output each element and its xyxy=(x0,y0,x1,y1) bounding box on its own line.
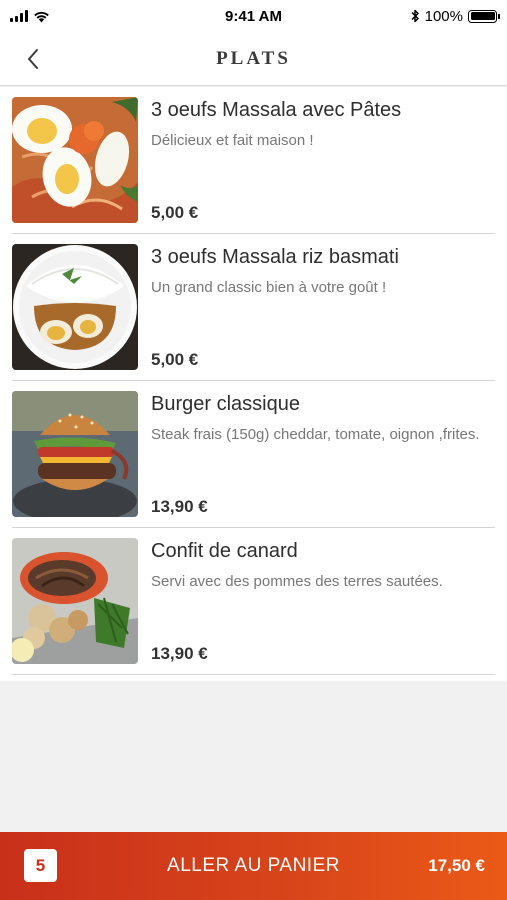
dish-description: Servi avec des pommes des terres sautées… xyxy=(151,573,443,590)
dish-list: 3 oeufs Massala avec Pâtes Délicieux et … xyxy=(0,87,507,681)
status-bar: 9:41 AM 100% xyxy=(0,0,507,32)
bluetooth-icon xyxy=(411,9,419,23)
dish-price: 13,90 € xyxy=(151,497,208,516)
status-left xyxy=(10,10,150,23)
page-title: PLATS xyxy=(216,47,291,69)
dish-photo-massala-pates xyxy=(12,97,138,223)
dish-name: Burger classique xyxy=(151,393,300,415)
nav-header: PLATS xyxy=(0,32,507,86)
status-right: 100% xyxy=(357,7,500,25)
battery-percent: 100% xyxy=(424,7,463,25)
dish-photo-burger xyxy=(12,391,138,517)
dish-item[interactable]: 3 oeufs Massala riz basmati Un grand cla… xyxy=(12,234,495,381)
dish-text: 3 oeufs Massala avec Pâtes Délicieux et … xyxy=(151,97,487,225)
battery-icon xyxy=(468,9,500,23)
dish-item[interactable]: Confit de canard Servi avec des pommes d… xyxy=(12,528,495,675)
dish-text: 3 oeufs Massala riz basmati Un grand cla… xyxy=(151,244,487,372)
dish-name: Confit de canard xyxy=(151,540,298,562)
wifi-icon xyxy=(34,11,49,22)
back-button[interactable] xyxy=(18,44,48,74)
dish-text: Burger classique Steak frais (150g) ched… xyxy=(151,391,487,519)
dish-price: 5,00 € xyxy=(151,203,199,222)
dish-photo-massala-riz xyxy=(12,244,138,370)
cart-total: 17,50 € xyxy=(428,856,485,875)
dish-item[interactable]: 3 oeufs Massala avec Pâtes Délicieux et … xyxy=(12,87,495,234)
signal-icon xyxy=(10,10,28,22)
go-to-cart-button[interactable]: 5 ALLER AU PANIER 17,50 € xyxy=(0,832,507,900)
dish-price: 5,00 € xyxy=(151,350,199,369)
dish-name: 3 oeufs Massala riz basmati xyxy=(151,246,399,268)
dish-text: Confit de canard Servi avec des pommes d… xyxy=(151,538,487,666)
dish-photo-confit-canard xyxy=(12,538,138,664)
dish-name: 3 oeufs Massala avec Pâtes xyxy=(151,99,402,121)
chevron-left-icon xyxy=(28,49,38,69)
dish-item[interactable]: Burger classique Steak frais (150g) ched… xyxy=(12,381,495,528)
dish-price: 13,90 € xyxy=(151,644,208,663)
dish-description: Steak frais (150g) cheddar, tomate, oign… xyxy=(151,426,480,443)
dish-description: Un grand classic bien à votre goût ! xyxy=(151,279,387,296)
status-time: 9:41 AM xyxy=(225,7,282,25)
dish-description: Délicieux et fait maison ! xyxy=(151,132,314,149)
